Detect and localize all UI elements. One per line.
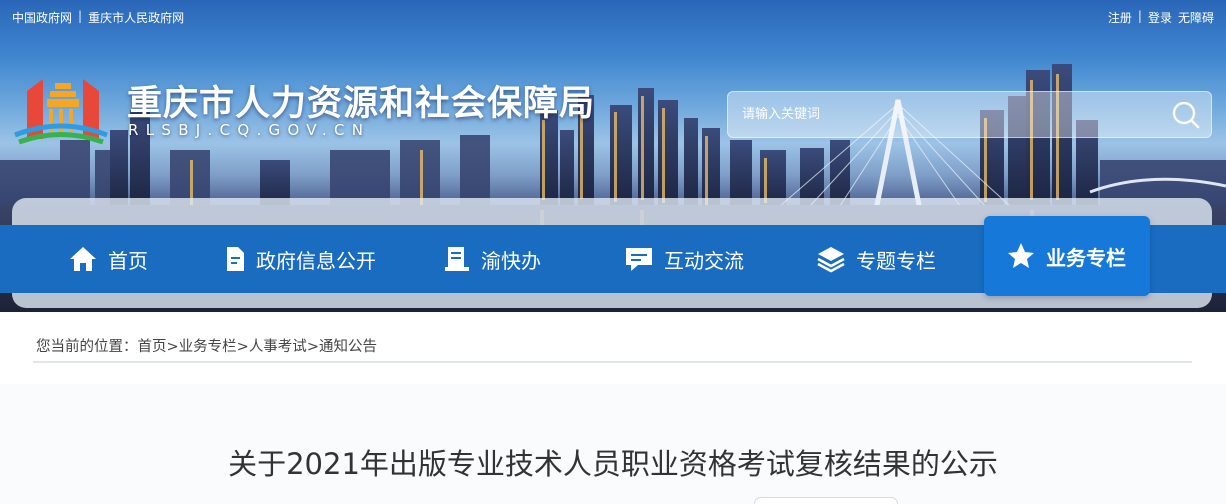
breadcrumb-prefix: 您当前的位置： [36, 339, 138, 355]
search-box [727, 91, 1212, 138]
nav-interaction[interactable]: 互动交流 [624, 225, 744, 293]
chat-icon [626, 248, 652, 271]
nav-yukuaiban[interactable]: 渝快办 [443, 225, 541, 293]
separator: | [1137, 9, 1142, 23]
nav-special-topics[interactable]: 专题专栏 [816, 225, 936, 293]
breadcrumb-divider [33, 361, 1192, 363]
link-chongqing-gov[interactable]: 重庆市人民政府网 [88, 9, 184, 26]
document-icon [227, 247, 244, 271]
top-utility-bar: 中国政府网 | 重庆市人民政府网 注册 | 登录 无障碍 [0, 9, 1226, 27]
nav-label: 政府信息公开 [256, 248, 376, 273]
link-china-gov[interactable]: 中国政府网 [12, 9, 72, 26]
nav-home[interactable]: 首页 [68, 225, 148, 293]
nav-gov-info[interactable]: 政府信息公开 [224, 225, 376, 293]
breadcrumb-separator: > [306, 339, 319, 355]
site-domain: RLSBJ.CQ.GOV.CN [128, 121, 371, 139]
header-banner: 中国政府网 | 重庆市人民政府网 注册 | 登录 无障碍 重庆市人力资源和社会保… [0, 0, 1226, 312]
nav-label: 首页 [108, 248, 148, 273]
breadcrumb-notices[interactable]: 通知公告 [319, 339, 377, 355]
nav-label: 业务专栏 [1046, 245, 1126, 270]
accessibility-link[interactable]: 无障碍 [1178, 9, 1214, 26]
separator: | [78, 9, 83, 23]
login-link[interactable]: 登录 [1148, 9, 1172, 26]
nav-label: 专题专栏 [856, 248, 936, 273]
home-icon [70, 247, 96, 271]
breadcrumb-home[interactable]: 首页 [138, 339, 167, 355]
article-tools-bar[interactable] [754, 497, 898, 504]
breadcrumb-separator: > [236, 339, 249, 355]
bureau-logo [14, 79, 108, 145]
nav-business-column[interactable]: 业务专栏 [984, 216, 1150, 296]
article-title: 关于2021年出版专业技术人员职业资格考试复核结果的公示 [228, 447, 998, 481]
breadcrumb-separator: > [166, 339, 179, 355]
site-title: 重庆市人力资源和社会保障局 [127, 84, 596, 124]
breadcrumb: 您当前的位置：首页>业务专栏>人事考试>通知公告 [36, 335, 377, 356]
breadcrumb-personnel-exam[interactable]: 人事考试 [249, 339, 307, 355]
nav-label: 渝快办 [481, 248, 541, 273]
register-link[interactable]: 注册 [1108, 9, 1132, 26]
search-icon[interactable] [1169, 98, 1203, 132]
main-navigation: 首页 政府信息公开 渝快办 互动交流 专题专栏 业务专栏 [0, 216, 1226, 296]
service-icon [445, 247, 469, 271]
star-icon [1008, 243, 1034, 268]
search-input[interactable] [728, 92, 1158, 137]
nav-label: 互动交流 [664, 248, 744, 273]
breadcrumb-business-column[interactable]: 业务专栏 [179, 339, 237, 355]
layers-icon [817, 247, 845, 273]
